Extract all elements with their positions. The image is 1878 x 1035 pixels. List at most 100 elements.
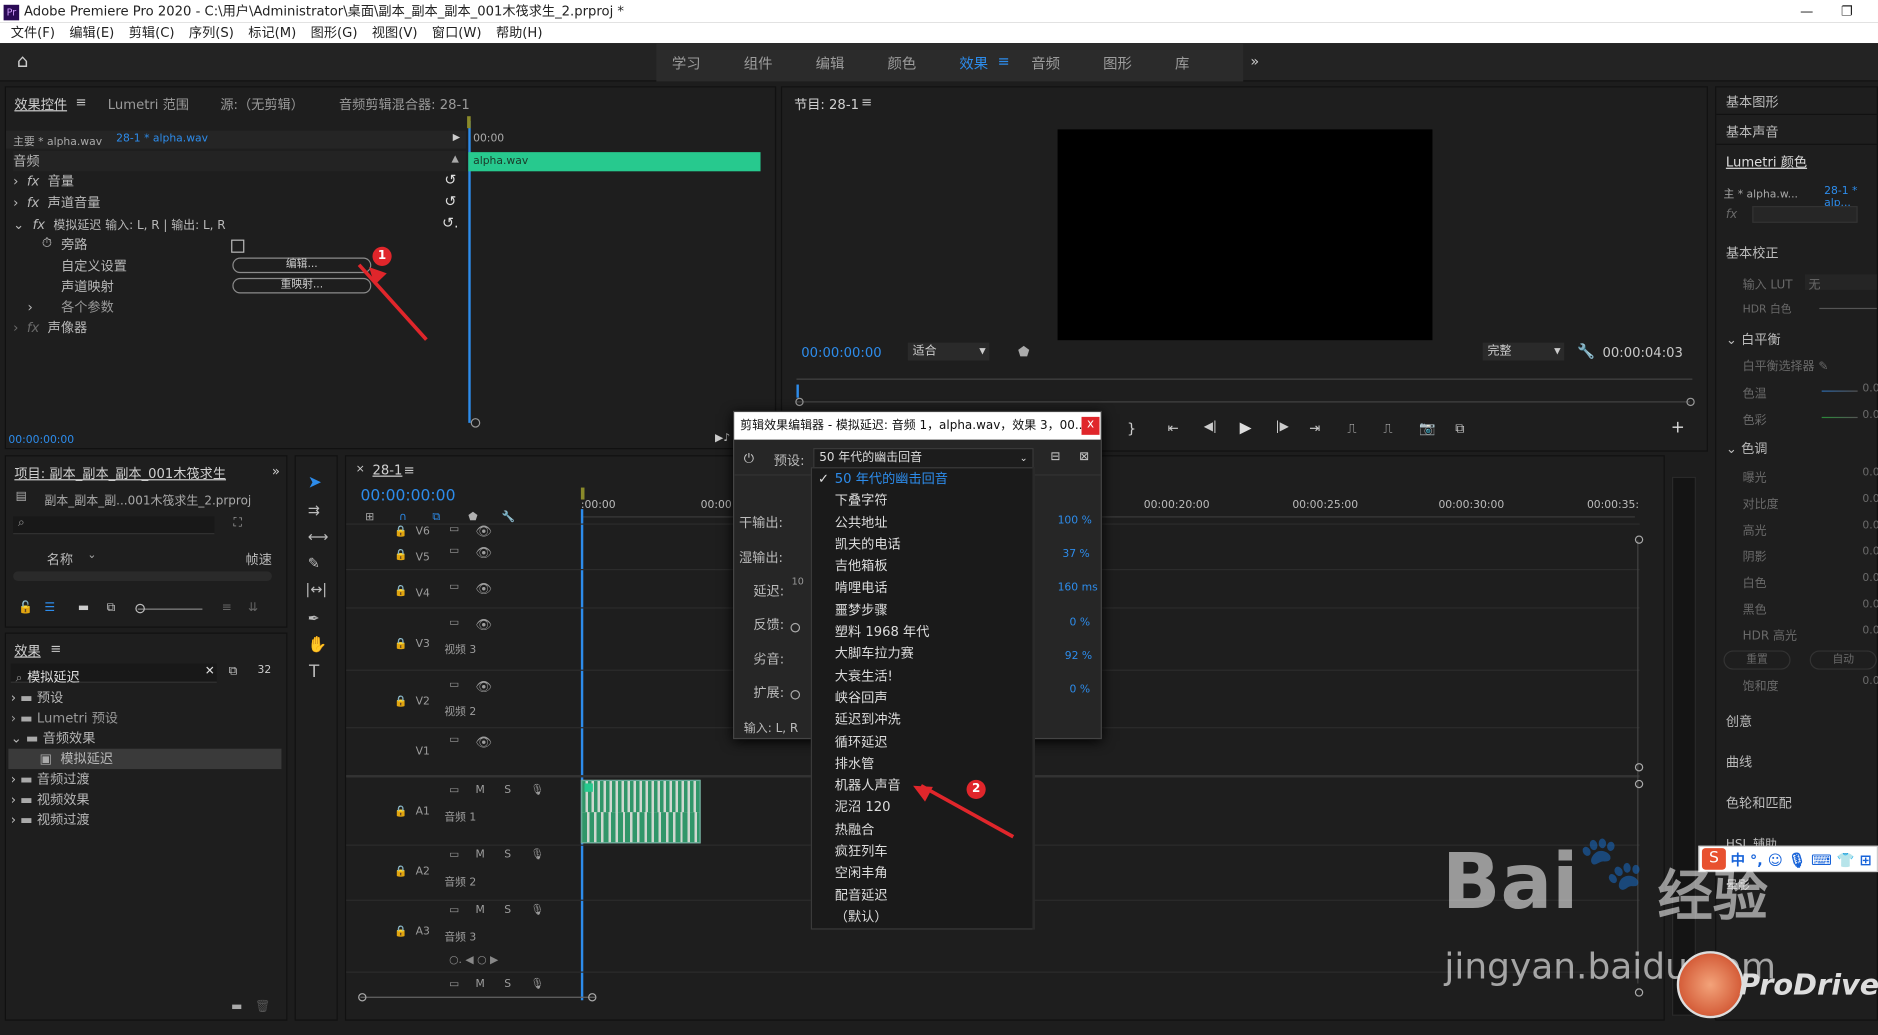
tree-video-transitions[interactable]: › ▬ 视频过渡 [11,810,90,830]
accelerated-effects-icon[interactable]: ⧉ [229,665,238,678]
preset-select[interactable]: 50 年代的幽击回音 ⌄ [813,448,1034,469]
step-forward-icon[interactable]: |▶ [1276,420,1289,433]
ripple-edit-tool-icon[interactable]: ⟷ [308,528,329,545]
sort-icon[interactable]: ⌄ [87,550,96,562]
blacks-value[interactable]: 0.0 [1862,599,1878,611]
32bit-icon[interactable]: 32 [258,665,272,677]
lock-icon[interactable]: 🔒 [394,866,407,878]
reset-menu-icon[interactable]: ↺. [442,214,459,231]
vertical-scrollbar[interactable] [1637,540,1639,984]
go-to-in-icon[interactable]: ⇤ [1168,420,1179,436]
option-8[interactable]: 大脚车拉力赛 [812,644,1034,666]
effects-search-input[interactable]: ⌕ 模拟延迟 ✕ [10,663,217,685]
option-13[interactable]: 排水管 [812,753,1034,775]
sync-icon[interactable]: ▭ [449,734,459,746]
sort-menu-icon[interactable]: ≡ [222,601,232,614]
trash-value[interactable]: 92 % [1065,650,1092,662]
icon-view-icon[interactable]: ▬ [78,601,89,614]
menu-window[interactable]: 窗口(W) [432,25,482,41]
tree-video-effects[interactable]: › ▬ 视频效果 [11,789,90,809]
contrast-value[interactable]: 0.0 [1862,494,1878,506]
feedback-knob[interactable] [790,622,801,633]
option-17[interactable]: 疯狂列车 [812,841,1034,863]
menu-help[interactable]: 帮助(H) [496,25,543,41]
play-button-icon[interactable]: ▶ [1240,419,1252,437]
program-title[interactable]: 节目: 28-1 [794,95,859,114]
dry-out-value[interactable]: 100 % [1058,515,1092,527]
panel-menu-icon[interactable]: ≡ [75,95,86,111]
snap-icon[interactable]: ∩ [399,512,407,524]
automate-icon[interactable]: ⇊ [248,601,258,614]
add-button-icon[interactable]: + [1671,418,1685,437]
option-7[interactable]: 塑料 1968 年代 [812,622,1034,644]
column-framerate[interactable]: 帧速 [246,550,272,569]
option-1[interactable]: 下叠字符 [812,490,1034,512]
tree-analog-delay[interactable]: ▣ 模拟延迟 [8,748,282,770]
option-10[interactable]: 峡谷回声 [812,688,1034,710]
track-select-tool-icon[interactable]: ⇉ [308,502,320,519]
effect-channel-volume-row[interactable]: › fx 声道音量 [13,193,466,213]
close-sequence-icon[interactable]: × [356,464,365,476]
mute-button[interactable]: M [475,979,484,991]
effects-title[interactable]: 效果 [14,641,40,660]
menu-file[interactable]: 文件(F) [11,25,55,41]
play-icon[interactable]: ▶ [453,132,460,143]
white-balance-section[interactable]: ⌄ 白平衡 [1726,329,1781,348]
mic-icon[interactable]: 🎙 [531,904,545,916]
ws-color[interactable]: 颜色 [887,53,916,73]
sync-icon[interactable]: ▭ [449,849,459,861]
mic-icon[interactable]: 🎙 [531,849,545,861]
color-wheels-section[interactable]: 色轮和匹配 [1726,793,1792,812]
option-default[interactable]: （默认） [812,907,1034,929]
timeline-settings-icon[interactable]: 🔧 [502,512,515,524]
sync-icon[interactable]: ▭ [449,545,459,557]
spread-value[interactable]: 0 % [1070,684,1091,696]
ws-audio[interactable]: 音频 [1031,53,1060,73]
sync-icon[interactable]: ▭ [449,679,459,691]
lumetri-instance-select[interactable] [1752,206,1858,223]
freeform-view-icon[interactable]: ⧉ [107,601,116,614]
eye-icon[interactable]: 👁 [475,545,492,561]
highlights-value[interactable]: 0.0 [1862,520,1878,532]
auto-button[interactable]: 自动 [1809,650,1877,670]
eye-icon[interactable]: 👁 [475,581,492,597]
edit-button[interactable]: 编辑... [232,257,372,274]
basic-correction-section[interactable]: 基本校正 [1726,243,1779,262]
audio-clip[interactable] [580,779,701,844]
reset-button[interactable]: 重置 [1723,650,1791,670]
zoom-select[interactable]: 适合 ▼ [907,342,990,361]
razor-tool-icon[interactable]: ✎ [308,555,320,572]
extract-icon[interactable]: ⎍ [1383,420,1392,437]
tint-slider[interactable] [1821,416,1858,419]
menu-clip[interactable]: 剪辑(C) [129,25,175,41]
more-panels-icon[interactable]: » [272,464,280,480]
sync-icon[interactable]: ▭ [449,904,459,916]
feedback-value[interactable]: 0 % [1070,617,1091,629]
tree-audio-transitions[interactable]: › ▬ 音频过渡 [11,769,90,789]
ws-libraries[interactable]: 库 [1175,53,1189,73]
mute-button[interactable]: M [475,785,484,797]
eye-icon[interactable]: 👁 [475,679,492,695]
column-name[interactable]: 名称 [47,550,73,569]
lumetri-color-tab[interactable]: Lumetri 颜色 [1726,152,1807,171]
option-2[interactable]: 公共地址 [812,512,1034,534]
menu-view[interactable]: 视图(V) [372,25,418,41]
lock-icon[interactable]: 🔒 [394,806,407,818]
marker-icon[interactable]: ⬟ [1018,344,1029,360]
power-icon[interactable]: ⏻ [744,450,754,467]
clip-bar[interactable]: alpha.wav [468,152,761,172]
linked-selection-icon[interactable]: ⧉ [432,512,440,524]
lock-icon[interactable]: 🔒 [394,696,407,708]
lock-icon[interactable]: 🔒 [394,550,407,562]
option-12[interactable]: 循环延迟 [812,731,1034,753]
option-3[interactable]: 凯夫的电话 [812,534,1034,556]
reset-icon[interactable]: ↺ [444,193,456,210]
sync-icon[interactable]: ▭ [449,785,459,797]
resolution-select[interactable]: 完整 ▼ [1482,342,1565,361]
collapse-icon[interactable]: ▲ [452,153,459,164]
playhead[interactable] [580,509,584,1001]
timeline-timecode[interactable]: 00:00:00:00 [361,488,456,506]
option-6[interactable]: 噩梦步骤 [812,600,1034,622]
effect-analog-delay-row[interactable]: ⌄ fx 模拟延迟 输入: L, R | 输出: L, R [13,214,466,234]
program-timecode[interactable]: 00:00:00:00 [801,345,881,361]
